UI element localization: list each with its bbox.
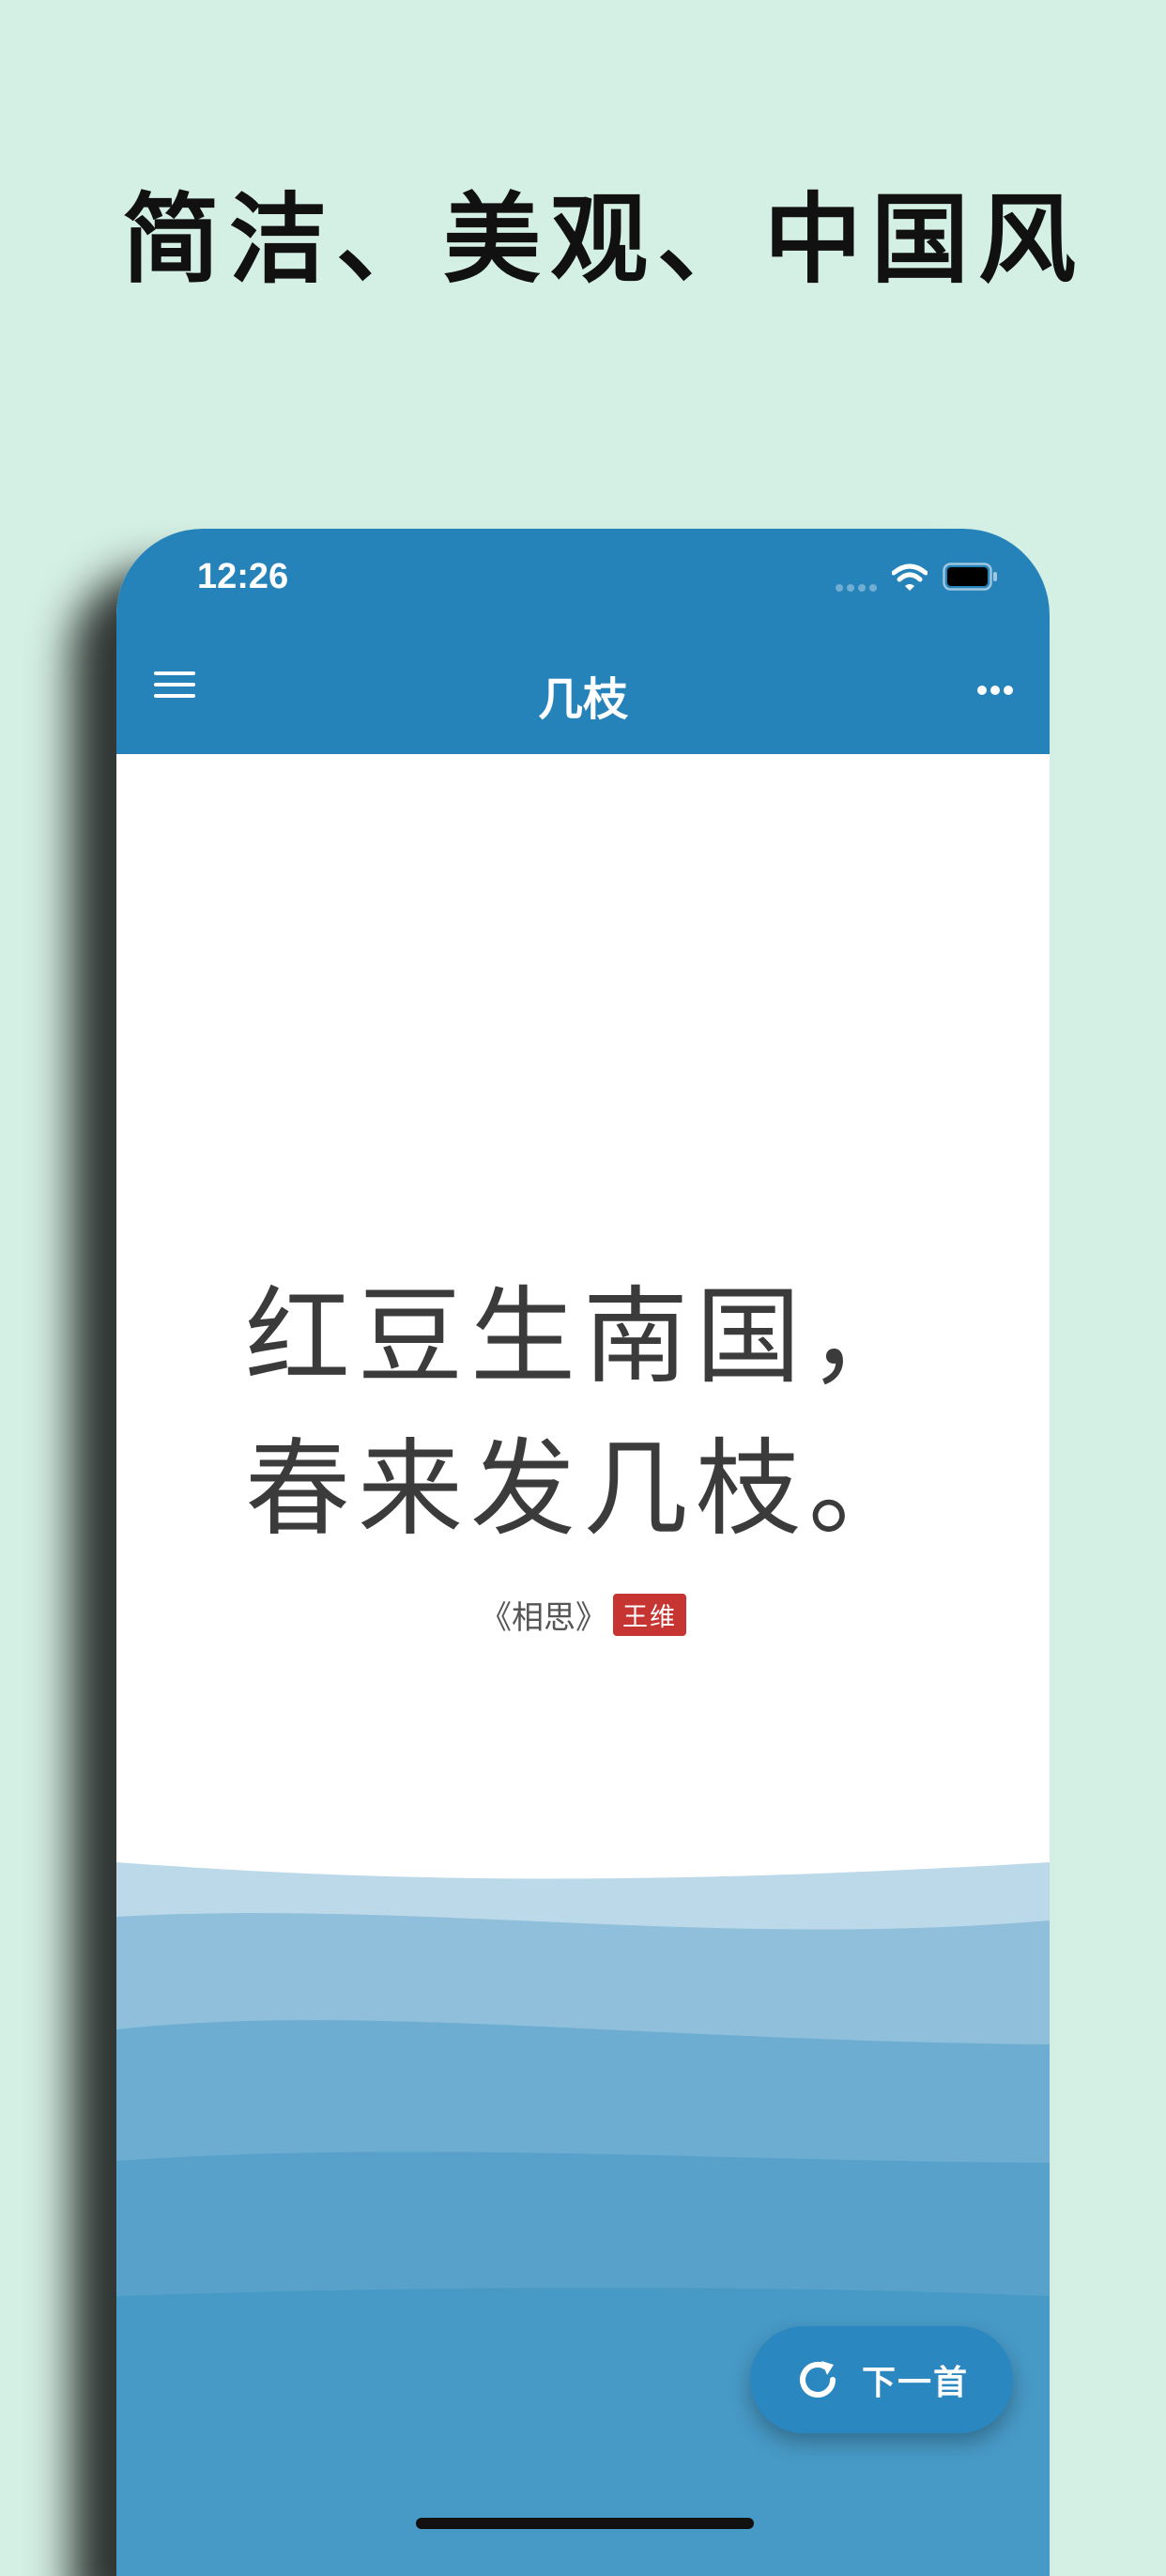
phone-screen: 12:26 几枝 红豆生南国， 春来发几枝。 《相思》 王维 下一首 <box>116 529 1050 2576</box>
more-dots-icon[interactable] <box>976 685 1014 696</box>
app-title: 几枝 <box>537 673 628 726</box>
author-badge[interactable]: 王维 <box>613 1594 686 1636</box>
cellular-signal-icon <box>836 584 877 592</box>
promo-headline: 简洁、美观、中国风 <box>122 181 1086 297</box>
battery-icon <box>943 563 997 591</box>
poem-title: 《相思》 <box>480 1599 607 1637</box>
poem-source: 《相思》 王维 <box>116 1592 1050 1638</box>
status-time: 12:26 <box>197 557 289 596</box>
wifi-icon <box>892 563 928 591</box>
poem-line-2: 春来发几枝。 <box>245 1428 921 1550</box>
poem-line-1: 红豆生南国， <box>245 1276 921 1398</box>
poem-card: 红豆生南国， 春来发几枝。 《相思》 王维 <box>116 1261 1050 1638</box>
wave-background <box>116 1862 1050 2576</box>
next-poem-button[interactable]: 下一首 <box>750 2326 1013 2433</box>
app-header: 12:26 几枝 <box>116 529 1050 754</box>
next-poem-label: 下一首 <box>861 2364 969 2402</box>
refresh-icon <box>800 2361 836 2398</box>
home-indicator <box>416 2518 754 2529</box>
